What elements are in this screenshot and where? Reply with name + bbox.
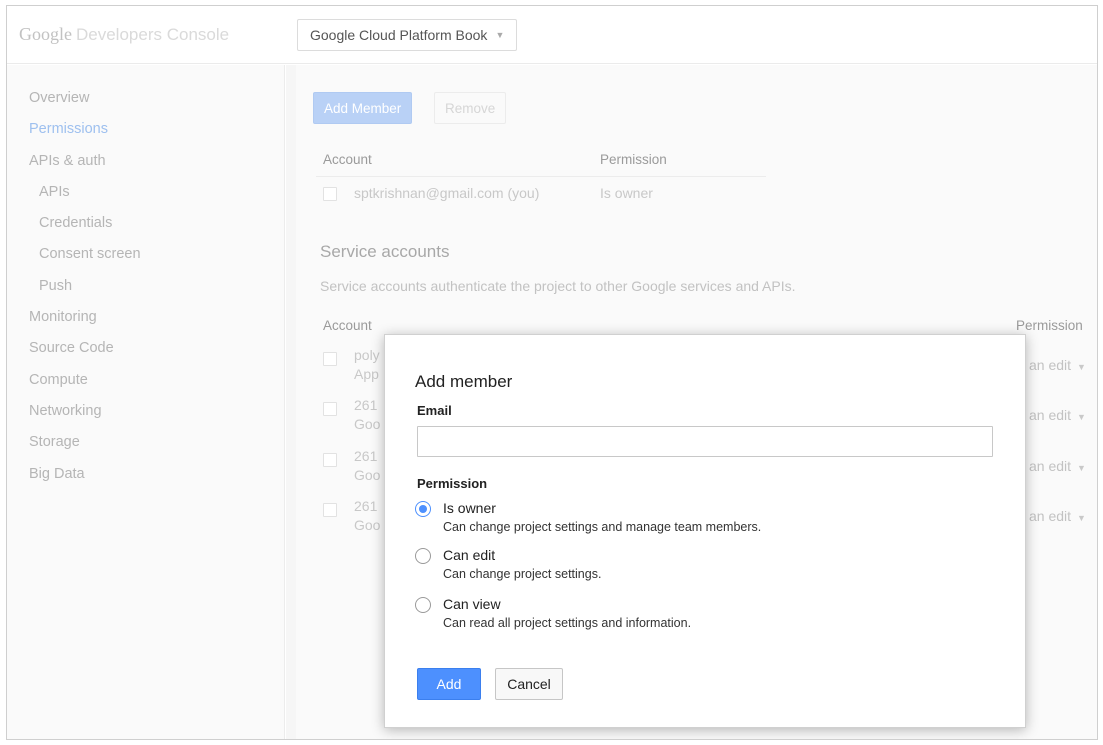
service-account-line1: 261 xyxy=(354,498,378,514)
chevron-down-icon: ▼ xyxy=(1077,513,1086,523)
add-member-dialog: Add member Email Permission Is owner Can… xyxy=(384,334,1026,728)
service-row-checkbox[interactable] xyxy=(323,352,337,366)
service-account-line2: Goo xyxy=(354,517,381,533)
sidebar-item-networking[interactable]: Networking xyxy=(7,401,284,432)
divider xyxy=(316,176,766,177)
members-permission-header: Permission xyxy=(600,152,667,167)
logo-product: Developers Console xyxy=(76,25,230,44)
radio-can-edit[interactable] xyxy=(415,548,431,564)
service-row-checkbox[interactable] xyxy=(323,503,337,517)
service-row-checkbox[interactable] xyxy=(323,453,337,467)
chevron-down-icon: ▼ xyxy=(1077,463,1086,473)
project-selector[interactable]: Google Cloud Platform Book ▼ xyxy=(297,19,518,51)
service-permission-dropdown[interactable]: an edit ▼ xyxy=(1029,407,1086,423)
chevron-down-icon: ▼ xyxy=(1077,362,1086,372)
member-permission: Is owner xyxy=(600,185,653,201)
service-account-header: Account xyxy=(323,318,372,333)
service-permission-value: an edit xyxy=(1029,407,1072,423)
project-name: Google Cloud Platform Book xyxy=(310,27,488,43)
permission-label: Permission xyxy=(417,476,488,491)
option-description: Can change project settings and manage t… xyxy=(443,520,762,534)
service-account-line1: 261 xyxy=(354,448,378,464)
sidebar: Overview Permissions APIs & auth APIs Cr… xyxy=(7,65,285,739)
service-account-line2: Goo xyxy=(354,416,381,432)
members-account-header: Account xyxy=(323,152,372,167)
logo-brand: Google xyxy=(19,24,72,44)
sidebar-item-apis-auth[interactable]: APIs & auth xyxy=(7,151,284,182)
service-permission-value: an edit xyxy=(1029,357,1072,373)
option-label: Is owner xyxy=(443,500,496,516)
service-account-line1: 261 xyxy=(354,397,378,413)
header: Google Developers Console Google Cloud Pl… xyxy=(7,6,1097,64)
radio-can-view[interactable] xyxy=(415,597,431,613)
service-permission-value: an edit xyxy=(1029,458,1072,474)
service-permission-dropdown[interactable]: an edit ▼ xyxy=(1029,357,1086,373)
sidebar-item-big-data[interactable]: Big Data xyxy=(7,464,284,495)
service-account-line2: Goo xyxy=(354,467,381,483)
service-account-line1: poly xyxy=(354,347,380,363)
add-button[interactable]: Add xyxy=(417,668,481,700)
add-member-button[interactable]: Add Member xyxy=(313,92,413,124)
sidebar-item-compute[interactable]: Compute xyxy=(7,370,284,401)
service-row-checkbox[interactable] xyxy=(323,402,337,416)
service-permission-value: an edit xyxy=(1029,508,1072,524)
sidebar-item-monitoring[interactable]: Monitoring xyxy=(7,307,284,338)
sidebar-item-credentials[interactable]: Credentials xyxy=(7,213,284,244)
email-input[interactable] xyxy=(417,426,993,457)
service-accounts-title: Service accounts xyxy=(320,242,450,261)
email-label: Email xyxy=(417,403,452,418)
console-logo[interactable]: Google Developers Console xyxy=(19,24,229,45)
option-label: Can edit xyxy=(443,547,496,563)
sidebar-item-permissions[interactable]: Permissions xyxy=(7,119,284,150)
service-account-line2: App xyxy=(354,366,379,382)
sidebar-item-source-code[interactable]: Source Code xyxy=(7,338,284,369)
sidebar-item-push[interactable]: Push xyxy=(7,276,284,307)
sidebar-item-consent-screen[interactable]: Consent screen xyxy=(7,244,284,275)
member-row-checkbox[interactable] xyxy=(323,187,337,201)
radio-is-owner[interactable] xyxy=(415,501,431,517)
sidebar-item-apis[interactable]: APIs xyxy=(7,182,284,213)
option-description: Can change project settings. xyxy=(443,567,602,581)
option-label: Can view xyxy=(443,596,501,612)
dialog-title: Add member xyxy=(415,372,513,391)
member-account: sptkrishnan@gmail.com (you) xyxy=(354,185,540,201)
sidebar-item-storage[interactable]: Storage xyxy=(7,432,284,463)
sidebar-item-overview[interactable]: Overview xyxy=(7,88,284,119)
remove-button[interactable]: Remove xyxy=(434,92,507,124)
service-permission-header: Permission xyxy=(1016,318,1083,333)
browser-frame: Google Developers Console Google Cloud Pl… xyxy=(6,5,1098,740)
chevron-down-icon: ▼ xyxy=(495,30,505,40)
option-description: Can read all project settings and inform… xyxy=(443,616,692,630)
cancel-button[interactable]: Cancel xyxy=(495,668,563,700)
service-permission-dropdown[interactable]: an edit ▼ xyxy=(1029,508,1086,524)
service-accounts-description: Service accounts authenticate the projec… xyxy=(320,278,796,294)
chevron-down-icon: ▼ xyxy=(1077,412,1086,422)
service-permission-dropdown[interactable]: an edit ▼ xyxy=(1029,458,1086,474)
